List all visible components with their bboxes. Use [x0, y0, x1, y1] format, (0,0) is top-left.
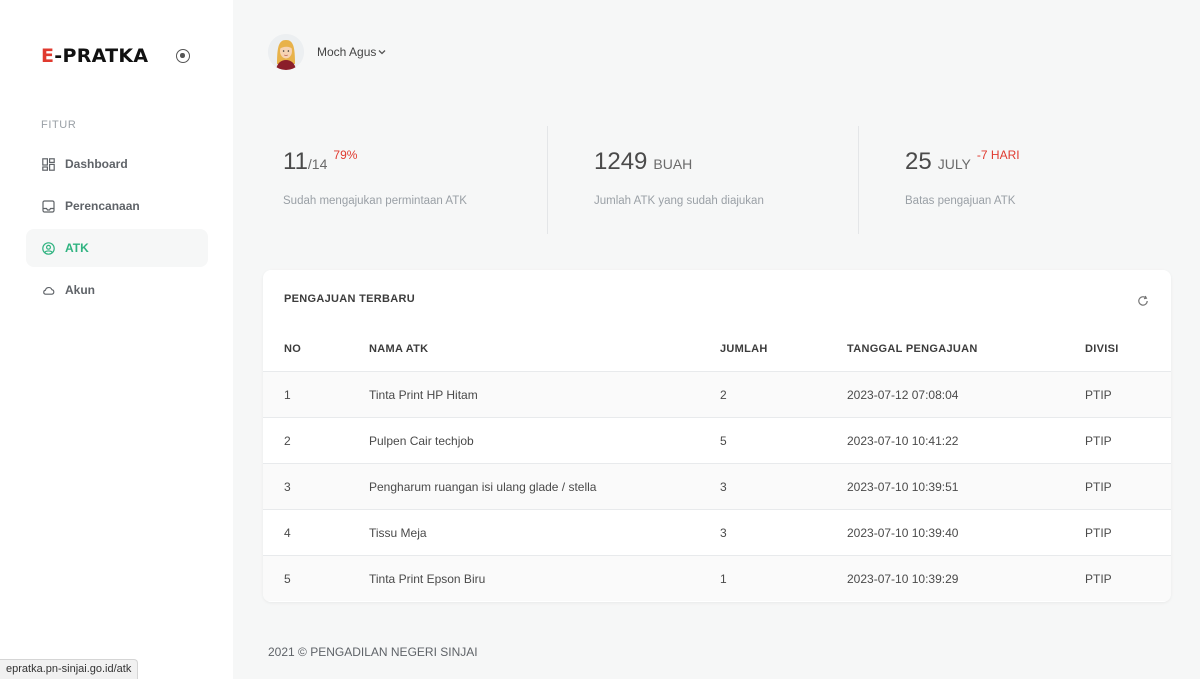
cell-no: 5 — [284, 572, 291, 586]
cell-jumlah: 3 — [720, 526, 727, 540]
table-row[interactable]: 4 Tissu Meja 3 2023-07-10 10:39:40 PTIP — [263, 509, 1171, 555]
stat-value: 25 — [905, 148, 932, 175]
stat-unit: /14 — [307, 156, 328, 172]
cell-tanggal: 2023-07-10 10:39:29 — [847, 572, 959, 586]
divider — [858, 126, 859, 234]
cell-divisi: PTIP — [1085, 526, 1112, 540]
brand-logo[interactable]: E-PRATKA — [41, 45, 148, 67]
brand-accent: E — [41, 45, 55, 67]
cell-tanggal: 2023-07-10 10:39:51 — [847, 480, 959, 494]
table-row[interactable]: 3 Pengharum ruangan isi ulang glade / st… — [263, 463, 1171, 509]
cloud-icon — [42, 284, 55, 297]
cell-nama-atk: Pulpen Cair techjob — [369, 434, 474, 448]
footer-copyright: 2021 © PENGADILAN NEGERI SINJAI — [268, 645, 478, 659]
stat-unit: BUAH — [653, 156, 693, 172]
cell-jumlah: 2 — [720, 388, 727, 402]
sidebar-section-label: FITUR — [41, 119, 77, 131]
cell-nama-atk: Tinta Print Epson Biru — [369, 572, 486, 586]
cell-jumlah: 5 — [720, 434, 727, 448]
stat-value: 11 — [283, 148, 308, 175]
column-header-tanggal[interactable]: TANGGAL PENGAJUAN — [847, 343, 978, 355]
stat-delta: -7 HARI — [976, 148, 1020, 162]
sidebar-item-atk[interactable]: ATK — [26, 229, 208, 267]
table-row[interactable]: 2 Pulpen Cair techjob 5 2023-07-10 10:41… — [263, 417, 1171, 463]
cell-nama-atk: Tissu Meja — [369, 526, 427, 540]
cell-divisi: PTIP — [1085, 434, 1112, 448]
sidebar-item-label: Akun — [65, 283, 95, 297]
avatar[interactable] — [268, 34, 304, 70]
column-header-nama-atk[interactable]: NAMA ATK — [369, 343, 428, 355]
column-header-divisi[interactable]: DIVISI — [1085, 343, 1119, 355]
brand-rest: -PRATKA — [54, 45, 149, 67]
column-header-jumlah[interactable]: JUMLAH — [720, 343, 768, 355]
cell-divisi: PTIP — [1085, 572, 1112, 586]
stat-description: Batas pengajuan ATK — [905, 195, 1016, 207]
table-row[interactable]: 1 Tinta Print HP Hitam 2 2023-07-12 07:0… — [263, 371, 1171, 417]
stat-unit: JULY — [937, 156, 971, 172]
recent-requests-card: PENGAJUAN TERBARU NO NAMA ATK JUMLAH TAN… — [263, 270, 1171, 602]
inbox-icon — [42, 199, 55, 213]
cell-tanggal: 2023-07-10 10:41:22 — [847, 434, 959, 448]
sidebar-toggle-icon[interactable] — [176, 49, 190, 63]
sidebar-item-dashboard[interactable]: Dashboard — [26, 145, 208, 183]
sidebar-item-akun[interactable]: Akun — [26, 271, 208, 309]
user-name[interactable]: Moch Agus — [317, 45, 376, 59]
refresh-icon[interactable] — [1137, 295, 1149, 307]
stat-submitted: 11/14 79% Sudah mengajukan permintaan ATK — [283, 148, 467, 207]
sidebar-item-label: Perencanaan — [65, 199, 140, 213]
cell-jumlah: 1 — [720, 572, 727, 586]
cell-no: 1 — [284, 388, 291, 402]
cell-tanggal: 2023-07-10 10:39:40 — [847, 526, 959, 540]
sidebar-item-perencanaan[interactable]: Perencanaan — [26, 187, 208, 225]
cell-nama-atk: Tinta Print HP Hitam — [369, 388, 478, 402]
cell-no: 4 — [284, 526, 291, 540]
card-title: PENGAJUAN TERBARU — [284, 293, 415, 305]
dashboard-icon — [42, 157, 55, 171]
cell-divisi: PTIP — [1085, 480, 1112, 494]
stat-deadline: 25 JULY -7 HARI Batas pengajuan ATK — [905, 148, 1020, 207]
sidebar-item-label: ATK — [65, 241, 89, 255]
stat-total-items: 1249 BUAH Jumlah ATK yang sudah diajukan — [594, 148, 764, 207]
table-header: NO NAMA ATK JUMLAH TANGGAL PENGAJUAN DIV… — [263, 343, 1171, 371]
stat-value: 1249 — [594, 148, 648, 175]
status-bar-url: epratka.pn-sinjai.go.id/atk — [0, 659, 139, 679]
cell-jumlah: 3 — [720, 480, 727, 494]
sidebar: E-PRATKA FITUR Dashboard Perencanaan ATK — [0, 0, 233, 679]
divider — [547, 126, 548, 234]
cell-no: 3 — [284, 480, 291, 494]
stat-description: Sudah mengajukan permintaan ATK — [283, 195, 467, 207]
stat-description: Jumlah ATK yang sudah diajukan — [594, 195, 764, 207]
cell-no: 2 — [284, 434, 291, 448]
cell-divisi: PTIP — [1085, 388, 1112, 402]
chevron-down-icon[interactable] — [377, 47, 387, 57]
sidebar-item-label: Dashboard — [65, 157, 128, 171]
user-circle-icon — [42, 241, 55, 255]
table-row[interactable]: 5 Tinta Print Epson Biru 1 2023-07-10 10… — [263, 555, 1171, 601]
stat-delta: 79% — [333, 148, 358, 162]
cell-tanggal: 2023-07-12 07:08:04 — [847, 388, 959, 402]
column-header-no[interactable]: NO — [284, 343, 301, 355]
cell-nama-atk: Pengharum ruangan isi ulang glade / stel… — [369, 480, 597, 494]
